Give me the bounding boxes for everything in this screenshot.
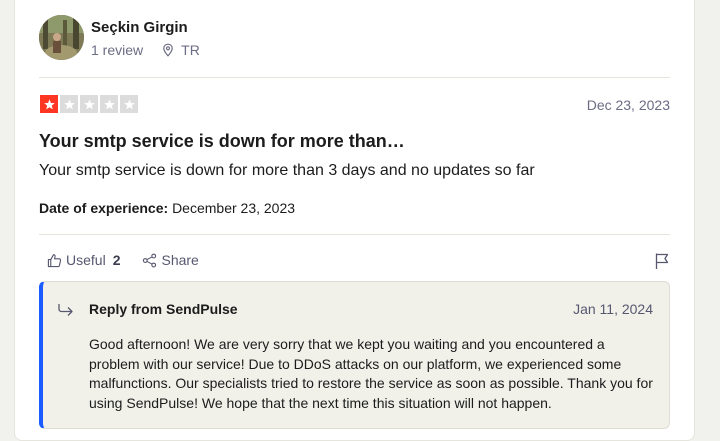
date-of-experience: Date of experience: December 23, 2023 — [39, 200, 295, 216]
reply-arrow-icon — [58, 304, 73, 316]
avatar[interactable] — [39, 15, 84, 60]
experience-label: Date of experience: — [39, 200, 169, 216]
star-icon — [80, 95, 98, 113]
flag-icon[interactable] — [654, 252, 670, 270]
divider — [39, 234, 670, 235]
review-count: 1 review — [91, 42, 144, 58]
divider — [39, 77, 670, 78]
reply-body: Good afternoon! We are very sorry that w… — [89, 336, 653, 411]
thumbs-up-icon — [47, 253, 62, 267]
reviewer-country: TR — [181, 42, 200, 58]
star-icon — [100, 95, 118, 113]
share-icon — [143, 253, 157, 267]
review-title[interactable]: Your smtp service is down for more than… — [39, 131, 405, 152]
useful-button[interactable]: Useful 2 — [47, 252, 120, 268]
company-reply: Reply from SendPulse Jan 11, 2024 Good a… — [39, 281, 670, 429]
star-icon — [120, 95, 138, 113]
review-card: Seçkin Girgin 1 review TR Dec 23, 2023 Y… — [14, 0, 695, 441]
star-rating — [40, 95, 138, 113]
location-pin-icon — [163, 43, 173, 57]
experience-date: December 23, 2023 — [172, 200, 296, 216]
reply-date: Jan 11, 2024 — [573, 301, 653, 317]
useful-count: 2 — [112, 252, 121, 268]
reply-from: Reply from SendPulse — [89, 301, 238, 317]
review-body: Your smtp service is down for more than … — [39, 162, 535, 179]
review-date: Dec 23, 2023 — [586, 97, 670, 113]
star-icon — [40, 95, 58, 113]
useful-label: Useful — [66, 252, 106, 268]
reviewer-meta: 1 review TR — [91, 42, 200, 58]
reviewer-name[interactable]: Seçkin Girgin — [91, 19, 188, 36]
share-label: Share — [161, 252, 199, 268]
star-icon — [60, 95, 78, 113]
review-actions: Useful 2 Share — [47, 252, 221, 268]
share-button[interactable]: Share — [142, 252, 199, 268]
